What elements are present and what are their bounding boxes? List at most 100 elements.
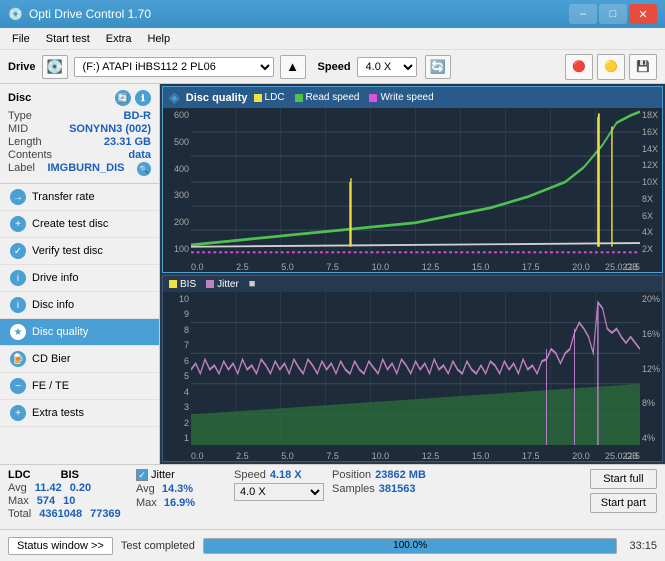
nav-label-transfer-rate: Transfer rate bbox=[32, 191, 95, 203]
legend-ldc: LDC bbox=[254, 92, 285, 103]
nav-disc-quality[interactable]: ★ Disc quality bbox=[0, 319, 159, 346]
legend-write: Write speed bbox=[369, 92, 433, 103]
nav-icon-fe-te: ~ bbox=[10, 378, 26, 394]
nav-label-drive-info: Drive info bbox=[32, 272, 78, 284]
nav-transfer-rate[interactable]: → Transfer rate bbox=[0, 184, 159, 211]
nav-icon-cd-bier: 🍺 bbox=[10, 351, 26, 367]
close-button[interactable]: ✕ bbox=[629, 4, 657, 24]
stats-panel: LDC BIS Avg 11.42 0.20 Max 574 10 Total … bbox=[0, 464, 665, 529]
nav-extra-tests[interactable]: + Extra tests bbox=[0, 400, 159, 427]
chart-svg-bottom bbox=[191, 292, 640, 445]
legend-read: Read speed bbox=[295, 92, 360, 103]
disc-mid-label: MID bbox=[8, 123, 28, 135]
nav-label-disc-quality: Disc quality bbox=[32, 326, 88, 338]
menu-bar: File Start test Extra Help bbox=[0, 28, 665, 50]
chart-top: ◈ Disc quality LDC Read speed Write spee… bbox=[162, 86, 663, 273]
refresh-button[interactable]: 🔄 bbox=[425, 55, 451, 79]
start-full-button[interactable]: Start full bbox=[590, 469, 657, 489]
disc-mid-row: MID SONYNN3 (002) bbox=[8, 123, 151, 135]
disc-length-value: 23.31 GB bbox=[104, 136, 151, 148]
avg-row: Avg 11.42 0.20 bbox=[8, 482, 128, 494]
disc-type-value: BD-R bbox=[124, 110, 152, 122]
sidebar-nav: → Transfer rate + Create test disc ✓ Ver… bbox=[0, 184, 159, 464]
chart-bottom-label: ■ bbox=[249, 278, 256, 290]
jitter-stats: ✓ Jitter Avg 14.3% Max 16.9% bbox=[136, 469, 226, 509]
chart-bottom: BIS Jitter ■ 10987654321 20%16%12%8%4% bbox=[162, 275, 663, 462]
disc-refresh-icon[interactable]: 🔄 bbox=[115, 90, 131, 106]
nav-label-cd-bier: CD Bier bbox=[32, 353, 71, 365]
position-label: Position bbox=[332, 469, 371, 481]
nav-icon-disc-quality: ★ bbox=[10, 324, 26, 340]
nav-icon-verify: ✓ bbox=[10, 243, 26, 259]
ldc-max: 574 bbox=[37, 495, 55, 507]
disc-label-label: Label bbox=[8, 162, 35, 176]
chart-title-bar-top: ◈ Disc quality LDC Read speed Write spee… bbox=[163, 87, 662, 108]
disc-mid-value: SONYNN3 (002) bbox=[69, 123, 151, 135]
chart-title-bar-bottom: BIS Jitter ■ bbox=[163, 276, 662, 292]
speed-select[interactable]: 4.0 X bbox=[357, 57, 417, 77]
bis-max: 10 bbox=[63, 495, 75, 507]
nav-disc-info[interactable]: i Disc info bbox=[0, 292, 159, 319]
legend-write-color bbox=[369, 94, 377, 102]
disc-type-row: Type BD-R bbox=[8, 110, 151, 122]
nav-icon-create-test: + bbox=[10, 216, 26, 232]
ldc-bis-stats: LDC BIS Avg 11.42 0.20 Max 574 10 Total … bbox=[8, 469, 128, 520]
start-part-button[interactable]: Start part bbox=[590, 493, 657, 513]
nav-verify-test-disc[interactable]: ✓ Verify test disc bbox=[0, 238, 159, 265]
minimize-button[interactable]: – bbox=[569, 4, 597, 24]
disc-info-icon[interactable]: ℹ bbox=[135, 90, 151, 106]
legend-bis-color bbox=[169, 280, 177, 288]
main-content: ◈ Disc quality LDC Read speed Write spee… bbox=[160, 84, 665, 464]
app-icon: 💿 bbox=[8, 7, 23, 21]
status-window-button[interactable]: Status window >> bbox=[8, 537, 113, 555]
legend-bis-label: BIS bbox=[180, 279, 196, 290]
chart-legend-bottom: BIS Jitter bbox=[169, 279, 239, 290]
menu-start-test[interactable]: Start test bbox=[38, 31, 98, 47]
legend-write-label: Write speed bbox=[380, 92, 433, 103]
menu-extra[interactable]: Extra bbox=[98, 31, 140, 47]
toolbar-btn-2[interactable]: 🟡 bbox=[597, 54, 625, 80]
nav-drive-info[interactable]: i Drive info bbox=[0, 265, 159, 292]
jitter-check-icon: ✓ bbox=[136, 469, 148, 481]
legend-ldc-label: LDC bbox=[265, 92, 285, 103]
nav-cd-bier[interactable]: 🍺 CD Bier bbox=[0, 346, 159, 373]
avg-label: Avg bbox=[8, 482, 27, 494]
status-text: Test completed bbox=[121, 540, 195, 552]
eject-button[interactable]: ▲ bbox=[280, 55, 306, 79]
menu-help[interactable]: Help bbox=[139, 31, 178, 47]
total-row: Total 4361048 77369 bbox=[8, 508, 128, 520]
ldc-total: 4361048 bbox=[39, 508, 82, 520]
nav-create-test-disc[interactable]: + Create test disc bbox=[0, 211, 159, 238]
speed-stat-select[interactable]: 4.0 X bbox=[234, 483, 324, 501]
drive-select[interactable]: (F:) ATAPI iHBS112 2 PL06 bbox=[74, 57, 274, 77]
bis-header: BIS bbox=[61, 469, 79, 481]
disc-label-icon[interactable]: 🔍 bbox=[137, 162, 151, 176]
max-row: Max 574 10 bbox=[8, 495, 128, 507]
drive-icon: 💽 bbox=[42, 55, 68, 79]
jitter-avg-label: Avg bbox=[136, 483, 155, 495]
jitter-avg: 14.3% bbox=[162, 483, 193, 495]
chart-icon-top: ◈ bbox=[169, 89, 180, 106]
menu-file[interactable]: File bbox=[4, 31, 38, 47]
nav-fe-te[interactable]: ~ FE / TE bbox=[0, 373, 159, 400]
y-axis-left-bottom: 10987654321 bbox=[163, 292, 191, 445]
disc-contents-label: Contents bbox=[8, 149, 52, 161]
nav-icon-disc-info: i bbox=[10, 297, 26, 313]
disc-contents-value: data bbox=[128, 149, 151, 161]
x-axis-bottom: 0.02.55.07.510.012.515.017.520.022.5 bbox=[191, 451, 640, 461]
toolbar-btn-1[interactable]: 🔴 bbox=[565, 54, 593, 80]
legend-read-label: Read speed bbox=[306, 92, 360, 103]
maximize-button[interactable]: □ bbox=[599, 4, 627, 24]
chart-title-top: Disc quality bbox=[186, 92, 248, 104]
save-button[interactable]: 💾 bbox=[629, 54, 657, 80]
jitter-checkbox[interactable]: ✓ Jitter bbox=[136, 469, 226, 481]
speed-label: Speed bbox=[318, 61, 351, 73]
y-axis-left-top: 600500400300200100 bbox=[163, 108, 191, 256]
y-axis-right-top: 18X16X14X12X10X8X6X4X2X bbox=[640, 108, 662, 256]
samples-label: Samples bbox=[332, 483, 375, 495]
time-display: 33:15 bbox=[629, 540, 657, 552]
speed-row: Speed 4.18 X bbox=[234, 469, 324, 481]
nav-icon-extra: + bbox=[10, 405, 26, 421]
legend-jitter-label: Jitter bbox=[217, 279, 239, 290]
disc-header: Disc bbox=[8, 92, 31, 104]
